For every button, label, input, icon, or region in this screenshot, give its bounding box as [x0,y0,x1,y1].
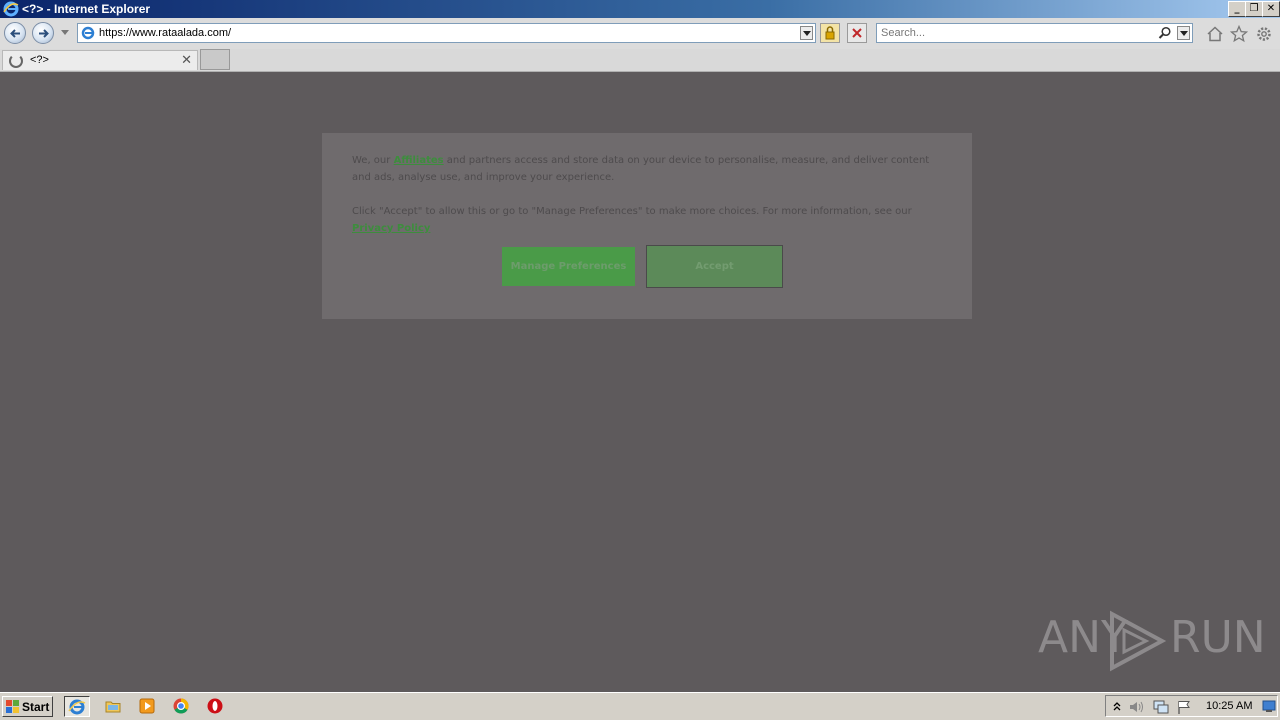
window-title: <?> - Internet Explorer [22,2,151,16]
address-url: https://www.rataalada.com/ [99,27,232,39]
history-dropdown-icon[interactable] [61,30,69,35]
volume-icon[interactable] [1128,699,1146,715]
arrow-left-icon [10,29,20,38]
security-lock-button[interactable] [820,23,840,43]
search-dropdown-button[interactable] [1177,26,1190,40]
taskbar-chrome[interactable] [168,696,194,717]
search-icon[interactable] [1158,26,1172,40]
restore-button[interactable]: ❐ [1245,1,1263,17]
opera-icon [207,698,223,714]
search-box[interactable]: Search... [876,23,1193,43]
consent-text-2-start: Click "Accept" to allow this or go to "M… [352,206,912,217]
show-hidden-icons-icon[interactable] [1112,699,1122,713]
system-tray: 10:25 AM [1105,695,1278,717]
tab-title: <?> [30,54,49,66]
chrome-icon [173,698,189,714]
forward-button[interactable] [32,22,54,44]
start-button[interactable]: Start [2,696,53,717]
show-desktop-icon[interactable] [1262,699,1276,713]
new-tab-button[interactable] [200,49,230,70]
favorites-star-icon[interactable] [1230,25,1248,43]
folder-icon [105,701,121,713]
accept-button[interactable]: Accept [646,245,783,288]
taskbar-opera[interactable] [202,696,228,717]
close-x-icon [852,28,862,38]
ie-page-icon [81,26,95,40]
watermark-right-text: RUN [1170,612,1266,663]
lock-icon [825,26,835,40]
window-titlebar: <?> - Internet Explorer _ ❐ ✕ [0,0,1280,18]
address-dropdown-button[interactable] [800,26,813,40]
consent-text-1-start: We, our [352,155,391,166]
affiliates-link[interactable]: Affiliates [394,155,444,166]
windows-logo-icon [6,700,19,713]
tab-close-icon[interactable]: ✕ [181,53,192,68]
network-icon[interactable] [1152,699,1170,715]
taskbar-internet-explorer[interactable] [64,696,90,717]
minimize-button[interactable]: _ [1228,1,1246,17]
action-center-flag-icon[interactable] [1176,699,1192,715]
manage-preferences-button[interactable]: Manage Preferences [502,247,635,286]
loading-spinner-icon [9,54,23,68]
address-bar[interactable]: https://www.rataalada.com/ [77,23,816,43]
stop-button[interactable] [847,23,867,43]
navigation-bar: https://www.rataalada.com/ Search... [0,18,1280,50]
privacy-policy-link[interactable]: Privacy Policy [352,223,430,234]
internet-explorer-icon [3,1,19,17]
taskbar: Start 10:25 AM [0,692,1280,720]
start-label: Start [22,700,50,714]
consent-text-2: Click "Accept" to allow this or go to "M… [352,203,942,237]
cookie-consent-dialog: We, our Affiliates and partners access a… [322,133,972,319]
arrow-right-icon [39,29,49,38]
close-window-button[interactable]: ✕ [1262,1,1280,17]
home-icon[interactable] [1206,25,1224,43]
page-viewport: We, our Affiliates and partners access a… [0,72,1280,692]
media-player-icon [139,698,155,714]
search-placeholder: Search... [881,27,926,39]
internet-explorer-icon [68,699,86,715]
taskbar-media-player[interactable] [134,696,160,717]
settings-gear-icon[interactable] [1255,25,1273,43]
clock[interactable]: 10:25 AM [1206,700,1252,712]
play-logo-icon [1110,610,1167,672]
tab-current[interactable]: <?> ✕ [2,50,198,70]
taskbar-file-explorer[interactable] [100,696,126,717]
tab-strip: <?> ✕ [0,49,1280,72]
consent-text-1: We, our Affiliates and partners access a… [352,152,942,186]
back-button[interactable] [4,22,26,44]
